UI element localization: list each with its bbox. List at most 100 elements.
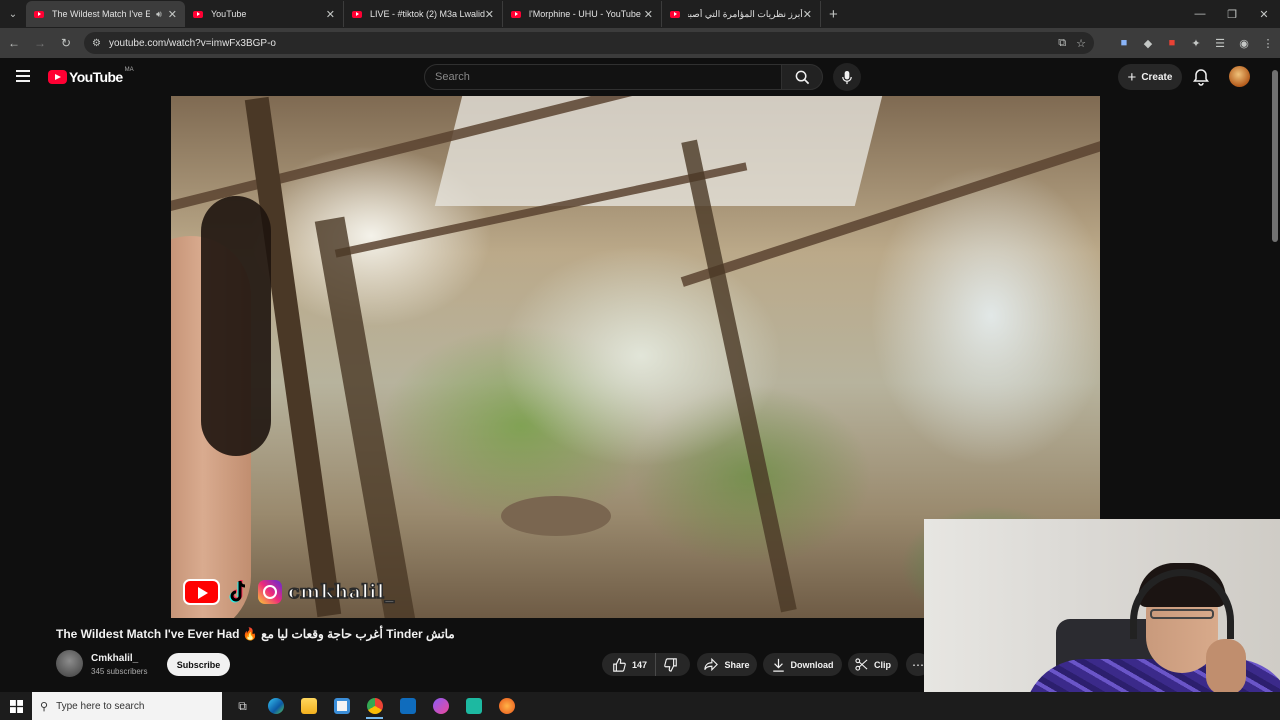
restore-icon[interactable]: ❐	[1216, 0, 1248, 28]
youtube-favicon-icon	[34, 10, 44, 18]
youtube-favicon-icon	[511, 10, 521, 18]
close-tab-icon[interactable]: ✕	[168, 8, 177, 21]
notifications-bell-icon[interactable]	[1191, 67, 1211, 87]
tiktok-logo-icon	[229, 580, 246, 603]
search-input[interactable]: Search	[424, 64, 782, 90]
share-button[interactable]: Share	[697, 653, 757, 676]
bookmark-star-icon[interactable]: ☆	[1076, 37, 1086, 50]
close-tab-icon[interactable]: ✕	[326, 8, 335, 21]
outlook-icon[interactable]	[391, 692, 424, 720]
create-label: Create	[1141, 71, 1173, 83]
new-tab-icon[interactable]: +	[829, 6, 838, 23]
chrome-icon[interactable]	[358, 692, 391, 720]
plus-icon: +	[1127, 68, 1137, 86]
microsoft-store-icon[interactable]	[325, 692, 358, 720]
tab-search-button[interactable]: ⌄	[0, 3, 26, 25]
reading-list-icon[interactable]: ☰	[1208, 32, 1232, 54]
taskbar-search-placeholder: Type here to search	[56, 700, 145, 712]
download-label: Download	[790, 659, 834, 670]
close-tab-icon[interactable]: ✕	[485, 8, 494, 21]
url-bar[interactable]: ⚙︎ youtube.com/watch?v=imwFx3BGP-o ⧉ ☆	[84, 32, 1094, 54]
tab-wildest-match[interactable]: The Wildest Match I've Eve 🔊︎ ✕	[26, 1, 185, 27]
webcam-hand	[1206, 639, 1246, 695]
tab-title: LIVE - #tiktok (2) M3a Lwalida	[370, 9, 485, 19]
tab-youtube[interactable]: YouTube ✕	[185, 1, 344, 27]
search-placeholder: Search	[435, 71, 470, 83]
download-icon	[772, 658, 784, 672]
extensions-puzzle-icon[interactable]: ✦	[1184, 32, 1208, 54]
tab-title: l'Morphine - UHU - YouTube	[529, 9, 641, 19]
tab-title: YouTube	[211, 9, 247, 19]
scrollbar-thumb[interactable]	[1272, 70, 1278, 242]
taskbar-search-box[interactable]: ⚲ Type here to search	[32, 692, 222, 720]
teal-app-icon[interactable]	[457, 692, 490, 720]
download-button[interactable]: Download	[763, 653, 842, 676]
taskbar-apps: ⧉	[226, 692, 523, 720]
extension-icon[interactable]: ◆	[1136, 32, 1160, 54]
speaker-icon[interactable]: 🔊︎	[156, 9, 162, 20]
windows-taskbar: ⚲ Type here to search ⧉	[0, 692, 1280, 720]
site-info-icon[interactable]: ⚙︎	[92, 38, 101, 49]
edge-icon[interactable]	[259, 692, 292, 720]
channel-avatar[interactable]	[56, 650, 83, 677]
webcam-overlay	[924, 519, 1280, 720]
webcam-glasses	[1150, 609, 1214, 619]
chrome-menu-icon[interactable]: ⋮	[1256, 32, 1280, 54]
share-arrow-icon	[704, 658, 719, 671]
profile-icon[interactable]: ◉	[1232, 32, 1256, 54]
logo-text: YouTube	[69, 69, 123, 85]
youtube-favicon-icon	[670, 10, 680, 18]
close-tab-icon[interactable]: ✕	[803, 8, 812, 21]
create-button[interactable]: + Create	[1118, 64, 1182, 90]
thumbs-down-icon	[664, 657, 677, 672]
microphone-icon	[842, 70, 852, 84]
country-code: MA	[124, 67, 134, 73]
like-button[interactable]: 147	[602, 653, 657, 676]
close-window-icon[interactable]: ✕	[1248, 0, 1280, 28]
tab-title: The Wildest Match I've Eve	[52, 9, 151, 19]
translate-extension-icon[interactable]: ■	[1112, 32, 1136, 54]
close-tab-icon[interactable]: ✕	[644, 8, 653, 21]
channel-name[interactable]: Cmkhalil_	[91, 653, 138, 664]
menu-icon[interactable]	[16, 70, 30, 82]
clip-label: Clip	[874, 659, 891, 670]
share-label: Share	[724, 659, 750, 670]
watermark-handle: cmkhalil_	[287, 580, 395, 604]
like-count: 147	[632, 659, 648, 670]
purple-app-icon[interactable]	[424, 692, 457, 720]
video-frame-hair	[201, 196, 271, 456]
windows-start-button[interactable]	[0, 692, 32, 720]
youtube-logo[interactable]: YouTube MA	[48, 67, 134, 85]
orange-app-icon[interactable]	[490, 692, 523, 720]
account-avatar[interactable]	[1229, 66, 1250, 87]
instagram-logo-icon	[258, 580, 282, 604]
tab-conspiracy[interactable]: أبرز نظريات المؤامرة التي أصبحت ✕	[662, 1, 821, 27]
install-app-icon[interactable]: ⧉	[1058, 37, 1066, 50]
like-dislike-group: 147	[602, 653, 690, 676]
scissors-icon	[855, 658, 868, 671]
clip-button[interactable]: Clip	[848, 653, 898, 676]
video-title: The Wildest Match I've Ever Had 🔥 أغرب ح…	[56, 627, 455, 641]
thumbs-up-icon	[613, 657, 626, 672]
task-view-icon[interactable]: ⧉	[226, 692, 259, 720]
minimize-icon[interactable]: —	[1184, 0, 1216, 28]
video-frame-post	[681, 139, 797, 613]
window-controls: — ❐ ✕	[1184, 0, 1280, 28]
windows-logo-icon	[9, 699, 23, 713]
forward-icon[interactable]: →	[28, 31, 52, 55]
dislike-button[interactable]	[656, 653, 686, 676]
youtube-play-icon	[48, 70, 67, 84]
file-explorer-icon[interactable]	[292, 692, 325, 720]
subscribe-button[interactable]: Subscribe	[167, 653, 230, 676]
youtube-favicon-icon	[193, 10, 203, 18]
search-button[interactable]	[781, 64, 823, 90]
tab-live-tiktok[interactable]: LIVE - #tiktok (2) M3a Lwalida ✕	[344, 1, 503, 27]
youtube-favicon-icon	[352, 10, 362, 18]
voice-search-button[interactable]	[833, 63, 861, 91]
reload-icon[interactable]: ↻	[54, 31, 78, 55]
back-icon[interactable]: ←	[2, 31, 26, 55]
tab-morphine[interactable]: l'Morphine - UHU - YouTube ✕	[503, 1, 662, 27]
video-frame-table	[501, 496, 611, 536]
video-frame-roof	[434, 96, 888, 206]
extension-red-icon[interactable]: ■	[1160, 32, 1184, 54]
